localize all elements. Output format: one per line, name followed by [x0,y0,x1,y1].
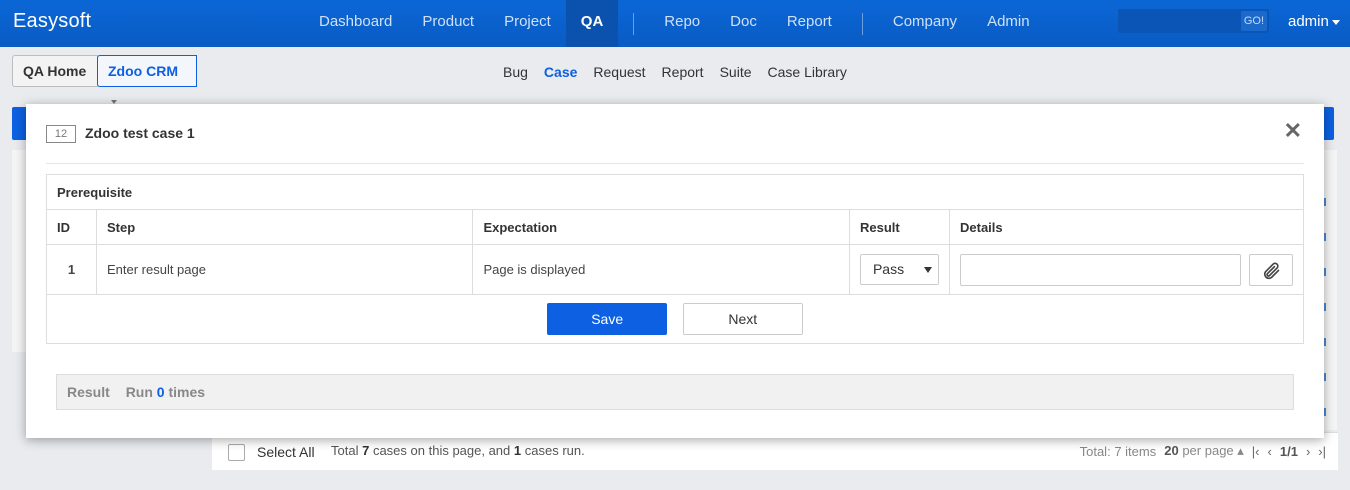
result-select-value: Pass [872,261,905,277]
first-page-icon[interactable]: |‹ [1252,444,1260,459]
column-header-step: Step [95,209,474,245]
breadcrumb-product-label: Zdoo CRM [108,63,178,79]
column-header-id: ID [46,209,97,245]
chevron-down-icon [1331,19,1340,25]
close-icon[interactable]: ✕ [1284,118,1302,144]
background-row-marker [1324,408,1326,416]
column-header-expectation: Expectation [472,209,850,245]
result-history-bar[interactable]: Result Run 0 times [56,374,1294,410]
result-label: Result [67,384,110,400]
nav-company[interactable]: Company [878,0,972,47]
background-row-marker [1324,303,1326,311]
step-expectation: Page is displayed [472,244,850,295]
background-row-marker [1324,233,1326,241]
search-input[interactable]: GO! [1118,9,1269,33]
prev-page-icon[interactable]: ‹ [1268,444,1272,459]
nav-report[interactable]: Report [772,0,847,47]
nav-divider [861,12,863,35]
column-header-result: Result [848,209,951,245]
details-textarea[interactable] [960,253,1241,286]
subnav-request[interactable]: Request [585,64,653,80]
top-navbar: Easysoft Dashboard Product Project QA Re… [0,0,1350,47]
per-page-select[interactable]: 20 per page ▴ [1164,443,1244,459]
result-cell: Pass [848,244,951,295]
subnav-report[interactable]: Report [654,64,712,80]
nav-qa[interactable]: QA [565,0,619,47]
column-header-details: Details [949,209,1304,245]
case-id-badge: 12 [46,125,76,143]
step-text: Enter result page [95,244,474,295]
nav-doc[interactable]: Doc [715,0,772,47]
background-panel [1322,150,1337,430]
main-nav: Dashboard Product Project QA Repo Doc Re… [304,0,1045,47]
subnav-case-library[interactable]: Case Library [760,64,855,80]
sub-nav: Bug Case Request Report Suite Case Libra… [495,64,855,80]
breadcrumb-qa-home[interactable]: QA Home [12,55,98,87]
steps-table: Prerequisite ID Step Expectation Result … [46,174,1304,344]
dialog-header: 12 Zdoo test case 1 ✕ [46,118,1304,164]
table-row: 1 Enter result page Page is displayed Pa… [46,244,1304,295]
attach-file-button[interactable] [1249,253,1293,286]
step-id: 1 [46,244,97,295]
subnav-bug[interactable]: Bug [495,64,536,80]
nav-admin[interactable]: Admin [972,0,1045,47]
user-name: admin [1288,13,1329,30]
background-row-marker [1324,268,1326,276]
result-select[interactable]: Pass [859,254,939,285]
background-row-marker [1324,373,1326,381]
nav-dashboard[interactable]: Dashboard [304,0,407,47]
nav-divider [633,12,635,35]
dialog-title: Zdoo test case 1 [85,125,195,141]
save-button[interactable]: Save [547,303,668,335]
run-count-text: Run 0 times [125,384,206,400]
paperclip-icon [1263,262,1280,279]
select-all-label[interactable]: Select All [257,444,315,460]
details-cell [949,244,1304,295]
nav-project[interactable]: Project [489,0,566,47]
select-all-checkbox[interactable] [228,444,245,461]
prerequisite-header: Prerequisite [46,174,1304,210]
subnav-case[interactable]: Case [536,64,585,80]
dialog-actions: Save Next [46,294,1304,344]
background-row-marker [1324,198,1326,206]
subnav-suite[interactable]: Suite [712,64,760,80]
sub-navbar: QA Home Zdoo CRM Bug Case Request Report… [0,47,1350,105]
nav-product[interactable]: Product [407,0,489,47]
brand-logo[interactable]: Easysoft [13,10,91,33]
page-indicator: 1/1 [1279,443,1298,459]
next-button[interactable]: Next [682,303,803,335]
total-items: Total: 7 items [1079,443,1157,459]
breadcrumb-product[interactable]: Zdoo CRM [97,55,197,105]
table-summary: Total 7 cases on this page, and 1 cases … [331,443,585,458]
search-button[interactable]: GO! [1240,11,1267,31]
user-menu[interactable]: admin [1288,13,1340,30]
last-page-icon[interactable]: ›| [1318,444,1326,459]
nav-repo[interactable]: Repo [649,0,715,47]
run-case-dialog: 12 Zdoo test case 1 ✕ Prerequisite ID St… [26,104,1324,438]
pager: Total: 7 items 20 per page ▴ |‹ ‹ 1/1 › … [1080,443,1326,459]
chevron-down-icon [923,267,932,273]
next-page-icon[interactable]: › [1306,444,1310,459]
background-row-marker [1324,338,1326,346]
